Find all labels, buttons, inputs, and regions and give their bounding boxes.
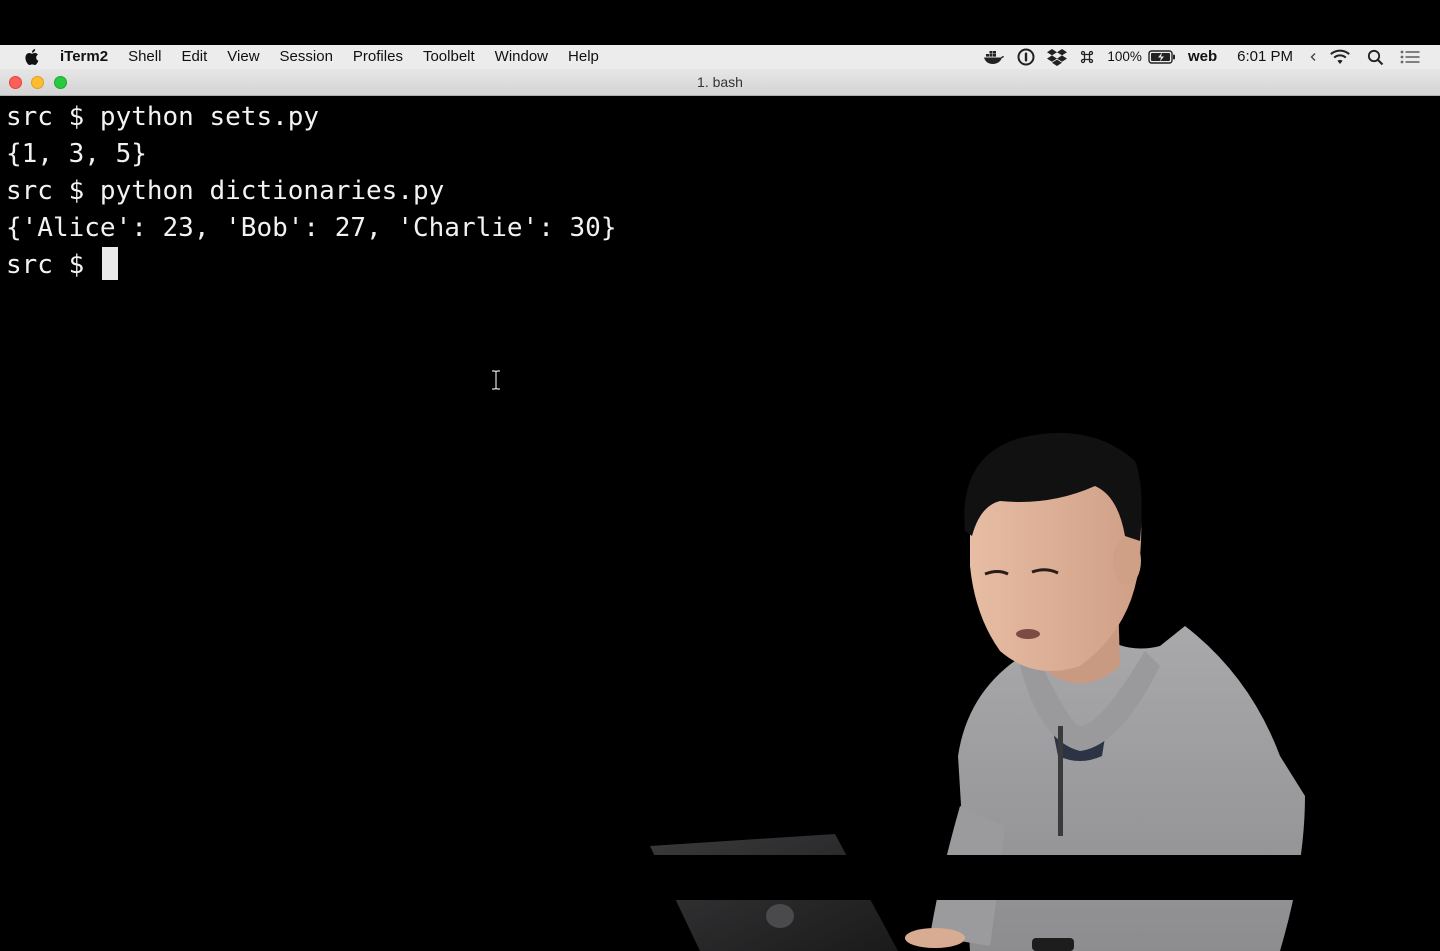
menu-profiles[interactable]: Profiles xyxy=(343,45,413,69)
menu-window[interactable]: Window xyxy=(485,45,558,69)
window-titlebar[interactable]: 1. bash xyxy=(0,69,1440,96)
user-name[interactable]: web xyxy=(1188,45,1217,69)
terminal-pane[interactable]: src $ python sets.py {1, 3, 5} src $ pyt… xyxy=(0,96,1440,951)
ibeam-cursor-icon xyxy=(492,370,500,390)
menu-help[interactable]: Help xyxy=(558,45,609,69)
menu-view[interactable]: View xyxy=(217,45,269,69)
dropbox-icon[interactable] xyxy=(1047,45,1068,69)
wifi-icon[interactable] xyxy=(1329,45,1351,69)
menu-toolbelt[interactable]: Toolbelt xyxy=(413,45,485,69)
terminal-line: {1, 3, 5} xyxy=(6,139,147,169)
menu-session[interactable]: Session xyxy=(270,45,343,69)
notification-list-icon[interactable] xyxy=(1400,45,1420,69)
terminal-prompt: src $ xyxy=(6,250,100,280)
menu-shell[interactable]: Shell xyxy=(118,45,171,69)
battery-icon[interactable] xyxy=(1148,45,1176,69)
window-title: 1. bash xyxy=(697,74,743,90)
terminal-line: src $ python dictionaries.py xyxy=(6,176,445,206)
clock[interactable]: 6:01 PM xyxy=(1237,45,1293,69)
docker-icon[interactable] xyxy=(983,45,1005,69)
apple-icon[interactable] xyxy=(23,48,39,66)
terminal-prompt-line[interactable]: src $ xyxy=(6,247,118,284)
macos-menu-bar: iTerm2 Shell Edit View Session Profiles … xyxy=(0,45,1440,69)
command-icon[interactable] xyxy=(1079,45,1095,69)
video-letterbox-bottom xyxy=(0,855,1440,900)
battery-percent: 100% xyxy=(1107,49,1142,64)
menu-app-iterm2[interactable]: iTerm2 xyxy=(53,45,118,69)
onepassword-icon[interactable] xyxy=(1017,45,1035,69)
caret-icon[interactable] xyxy=(1309,45,1317,69)
video-letterbox-top xyxy=(0,0,1440,45)
search-icon[interactable] xyxy=(1367,45,1384,69)
text-cursor xyxy=(101,247,118,280)
terminal-line: {'Alice': 23, 'Bob': 27, 'Charlie': 30} xyxy=(6,213,617,243)
terminal-line: src $ python sets.py xyxy=(6,102,320,132)
menu-edit[interactable]: Edit xyxy=(171,45,217,69)
